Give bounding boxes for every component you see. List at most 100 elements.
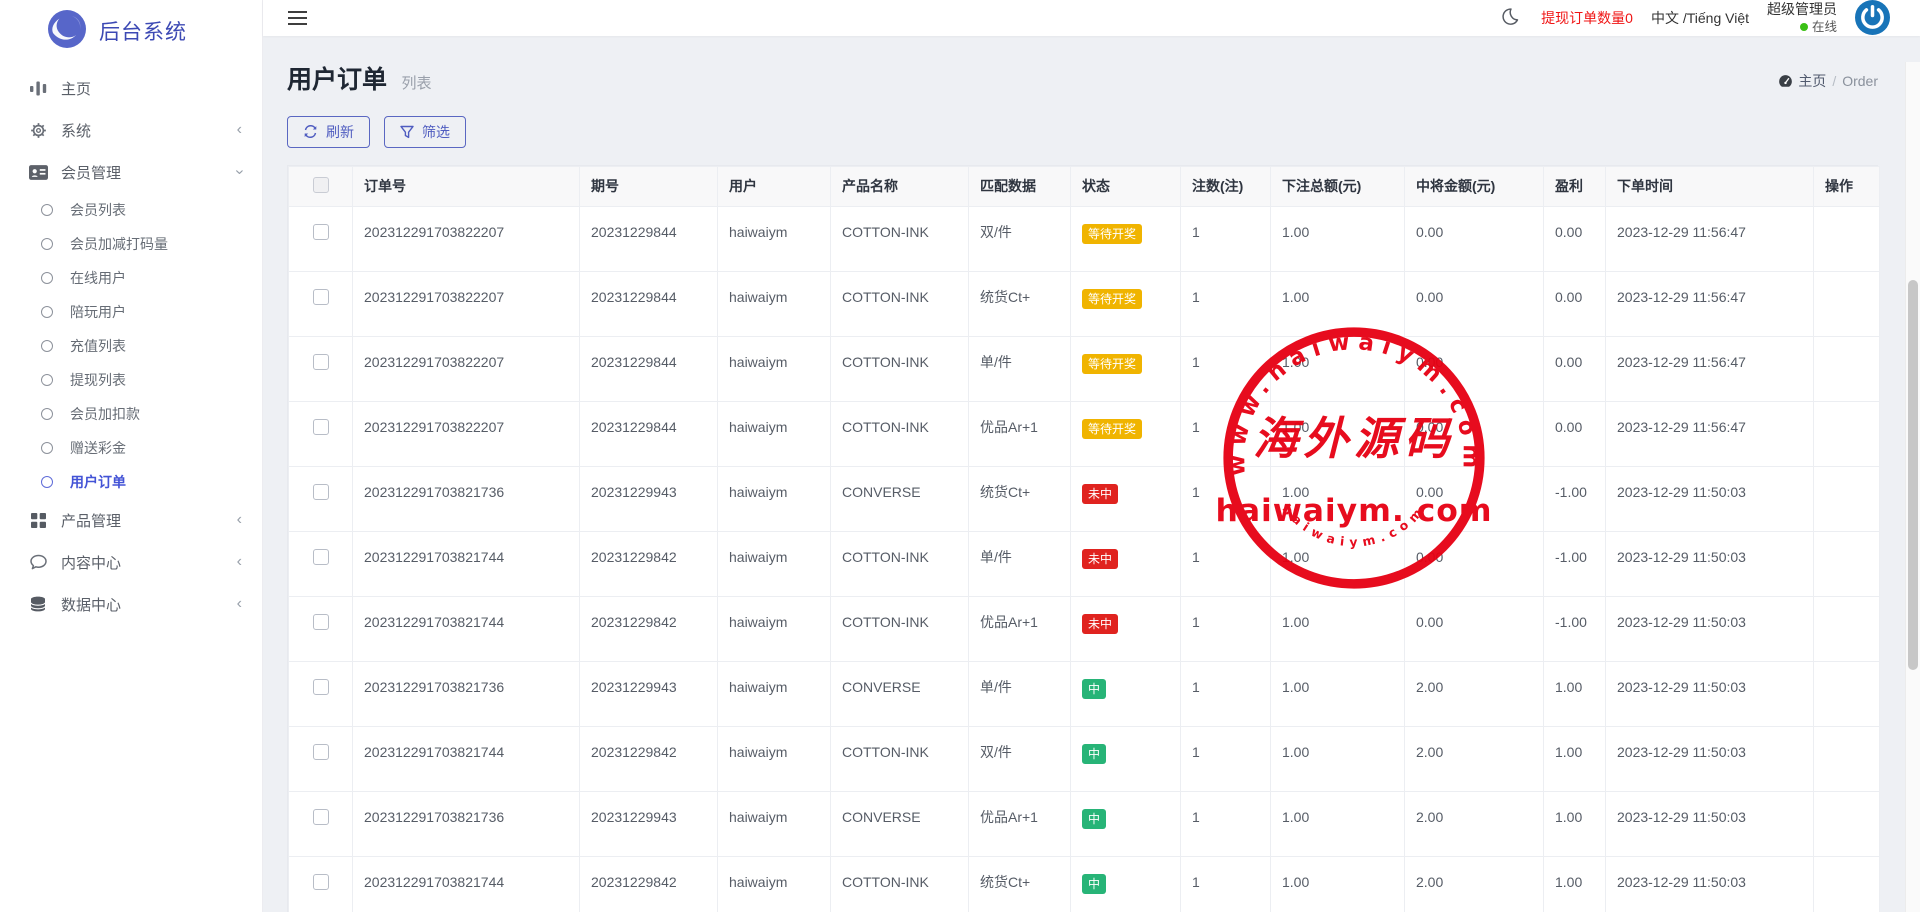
sidebar-item-会员加扣款[interactable]: 会员加扣款 <box>0 397 262 431</box>
cell-order: 202312291703822207 <box>353 401 580 466</box>
sidebar-item-数据中心[interactable]: 数据中心‹ <box>0 583 262 625</box>
row-checkbox[interactable] <box>313 744 329 760</box>
cell-profit: 0.00 <box>1544 401 1606 466</box>
sidebar-item-label: 数据中心 <box>61 594 121 615</box>
row-checkbox[interactable] <box>313 874 329 890</box>
row-checkbox[interactable] <box>313 549 329 565</box>
row-checkbox[interactable] <box>313 224 329 240</box>
row-checkbox[interactable] <box>313 614 329 630</box>
sidebar-item-label: 提现列表 <box>70 370 126 390</box>
cell-time: 2023-12-29 11:56:47 <box>1606 401 1814 466</box>
refresh-button[interactable]: 刷新 <box>287 116 370 148</box>
cell-match: 单/件 <box>969 336 1071 401</box>
cell-bets: 1 <box>1181 336 1271 401</box>
theme-toggle-moon-icon[interactable] <box>1502 5 1523 31</box>
page-subtitle: 列表 <box>401 75 431 92</box>
cell-bets: 1 <box>1181 531 1271 596</box>
cell-product: COTTON-INK <box>831 206 969 271</box>
cell-win: 0.00 <box>1405 466 1544 531</box>
sidebar-item-内容中心[interactable]: 内容中心‹ <box>0 541 262 583</box>
row-checkbox[interactable] <box>313 419 329 435</box>
cell-status: 中 <box>1071 791 1181 856</box>
sidebar-item-用户订单[interactable]: 用户订单 <box>0 465 262 499</box>
id-card-icon <box>28 165 48 180</box>
table-row: 20231229170382173620231229943haiwaiymCON… <box>289 661 1880 726</box>
cell-period: 20231229844 <box>580 401 718 466</box>
cell-match: 统货Ct+ <box>969 856 1071 912</box>
row-checkbox-cell <box>289 596 353 661</box>
sidebar-item-主页[interactable]: 主页 <box>0 67 262 109</box>
status-badge-waiting: 等待开奖 <box>1082 419 1142 439</box>
cell-time: 2023-12-29 11:50:03 <box>1606 531 1814 596</box>
sidebar-item-陪玩用户[interactable]: 陪玩用户 <box>0 295 262 329</box>
page-title: 用户订单 <box>287 66 387 94</box>
cell-user: haiwaiym <box>718 726 831 791</box>
cell-time: 2023-12-29 11:56:47 <box>1606 206 1814 271</box>
column-header-0: 订单号 <box>353 166 580 206</box>
withdraw-order-count-link[interactable]: 提现订单数量0 <box>1541 8 1633 28</box>
sidebar-item-赠送彩金[interactable]: 赠送彩金 <box>0 431 262 465</box>
admin-info: 超级管理员 在线 <box>1767 0 1837 36</box>
app-window: 后台系统 主页系统‹会员管理‹会员列表会员加减打码量在线用户陪玩用户充值列表提现… <box>0 0 1920 912</box>
row-checkbox[interactable] <box>313 484 329 500</box>
cell-status: 未中 <box>1071 596 1181 661</box>
row-checkbox-cell <box>289 206 353 271</box>
cell-order: 202312291703821744 <box>353 726 580 791</box>
cell-bets: 1 <box>1181 856 1271 912</box>
cell-user: haiwaiym <box>718 856 831 912</box>
page-title-group: 用户订单 列表 <box>287 60 431 96</box>
cell-status: 中 <box>1071 856 1181 912</box>
cell-status: 中 <box>1071 726 1181 791</box>
sidebar-item-会员列表[interactable]: 会员列表 <box>0 193 262 227</box>
cell-op <box>1814 271 1880 336</box>
sidebar-item-会员管理[interactable]: 会员管理‹ <box>0 151 262 193</box>
row-checkbox[interactable] <box>313 809 329 825</box>
circle-icon <box>37 408 57 420</box>
gear-icon <box>28 122 48 139</box>
circle-icon <box>37 476 57 488</box>
sidebar-item-充值列表[interactable]: 充值列表 <box>0 329 262 363</box>
cell-profit: 1.00 <box>1544 791 1606 856</box>
cell-bets: 1 <box>1181 466 1271 531</box>
status-badge-win: 中 <box>1082 744 1106 764</box>
sidebar-item-label: 主页 <box>61 78 91 99</box>
row-checkbox[interactable] <box>313 354 329 370</box>
row-checkbox[interactable] <box>313 289 329 305</box>
cell-win: 2.00 <box>1405 661 1544 726</box>
cell-total: 1.00 <box>1271 531 1405 596</box>
table-row: 20231229170382174420231229842haiwaiymCOT… <box>289 596 1880 661</box>
database-icon <box>28 596 48 612</box>
online-dot-icon <box>1800 23 1808 31</box>
row-checkbox-cell <box>289 726 353 791</box>
language-switcher[interactable]: 中文 /Tiếng Việt <box>1651 8 1749 28</box>
status-badge-win: 中 <box>1082 809 1106 829</box>
status-badge-waiting: 等待开奖 <box>1082 224 1142 244</box>
avatar[interactable] <box>1855 0 1890 35</box>
sidebar-item-产品管理[interactable]: 产品管理‹ <box>0 499 262 541</box>
table-header-row: 订单号期号用户产品名称匹配数据状态注数(注)下注总额(元)中将金额(元)盈利下单… <box>289 166 1880 206</box>
status-badge-win: 中 <box>1082 679 1106 699</box>
cell-match: 双/件 <box>969 206 1071 271</box>
cell-match: 优品Ar+1 <box>969 401 1071 466</box>
cell-bets: 1 <box>1181 726 1271 791</box>
sidebar-item-系统[interactable]: 系统‹ <box>0 109 262 151</box>
cell-profit: 1.00 <box>1544 856 1606 912</box>
breadcrumb-home-link[interactable]: 主页 <box>1778 71 1826 91</box>
sidebar-item-提现列表[interactable]: 提现列表 <box>0 363 262 397</box>
sidebar-item-在线用户[interactable]: 在线用户 <box>0 261 262 295</box>
cell-order: 202312291703821736 <box>353 791 580 856</box>
row-checkbox[interactable] <box>313 679 329 695</box>
sidebar-item-会员加减打码量[interactable]: 会员加减打码量 <box>0 227 262 261</box>
cell-product: COTTON-INK <box>831 596 969 661</box>
select-all-checkbox[interactable] <box>313 177 329 193</box>
filter-button[interactable]: 筛选 <box>384 116 466 148</box>
cell-user: haiwaiym <box>718 661 831 726</box>
cell-profit: 1.00 <box>1544 661 1606 726</box>
cell-bets: 1 <box>1181 206 1271 271</box>
page-head: 用户订单 列表 主页 / Order <box>287 60 1878 96</box>
menu-toggle-icon[interactable] <box>288 7 307 29</box>
cell-product: CONVERSE <box>831 466 969 531</box>
scrollbar-thumb[interactable] <box>1908 280 1918 670</box>
circle-icon <box>37 238 57 250</box>
cell-time: 2023-12-29 11:50:03 <box>1606 596 1814 661</box>
